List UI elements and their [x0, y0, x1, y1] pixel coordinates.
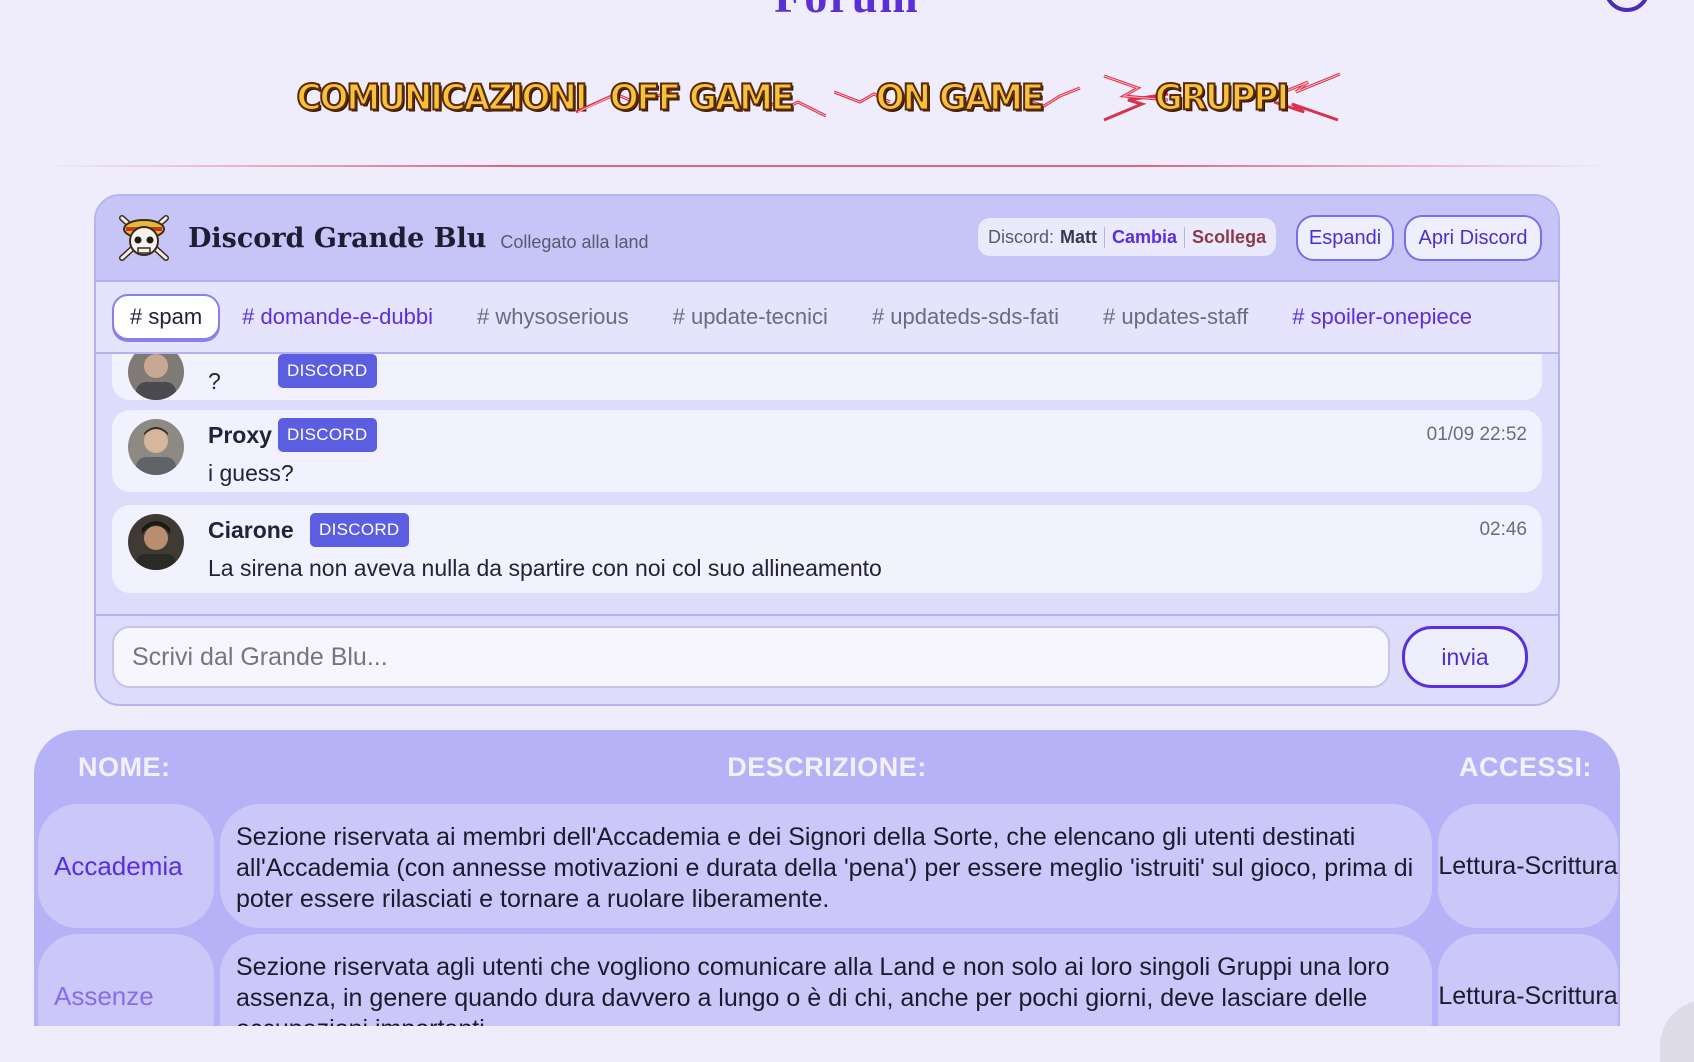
nav-on-game-label: ON GAME [875, 76, 1045, 120]
nav-gruppi[interactable]: GRUPPI [1098, 72, 1344, 124]
forum-description: Sezione riservata ai membri dell'Accadem… [220, 804, 1432, 928]
column-header-description: DESCRIZIONE: [727, 752, 927, 782]
nav-on-game[interactable]: ON GAME [834, 72, 1084, 124]
forum-link-accademia[interactable]: Accademia [38, 804, 214, 928]
tab-whysoserious[interactable]: # whysoserious [455, 294, 651, 340]
discord-widget: Discord Grande Blu Collegato alla land D… [94, 194, 1560, 706]
tab-spoiler-onepiece[interactable]: # spoiler-onepiece [1270, 294, 1494, 340]
forum-access: Lettura-Scrittura [1438, 804, 1618, 928]
expand-button[interactable]: Espandi [1296, 215, 1394, 261]
nav-off-game[interactable]: OFF GAME [576, 72, 826, 124]
tab-spam[interactable]: # spam [112, 294, 221, 340]
change-account-link[interactable]: Cambia [1105, 226, 1186, 248]
message-author[interactable]: Proxy [208, 422, 272, 449]
message-list[interactable]: DISCORD ? Proxy DISCORD 01/09 22:52 i gu… [96, 354, 1558, 616]
avatar [128, 419, 184, 475]
channel-tabs: # spam # domande-e-dubbi # whysoserious … [96, 282, 1558, 354]
account-label: Discord: [988, 226, 1055, 247]
message-text: ? [208, 368, 221, 394]
discord-account-pill: Discord: Matt Cambia Scollega [978, 218, 1277, 256]
nav-comunicazioni-label: COMUNICAZIONI [296, 76, 589, 120]
message-text: i guess? [208, 460, 294, 486]
discord-badge: DISCORD [278, 354, 377, 388]
message-timestamp: 02:46 [1479, 519, 1527, 540]
message-item: Ciarone DISCORD 02:46 La sirena non avev… [112, 505, 1542, 593]
message-text: La sirena non aveva nulla da spartire co… [208, 555, 882, 581]
message-timestamp: 01/09 22:52 [1426, 424, 1527, 445]
tab-updateds-sds-fati[interactable]: # updateds-sds-fati [850, 294, 1081, 340]
tab-updates-staff[interactable]: # updates-staff [1081, 294, 1270, 340]
unlink-account-link[interactable]: Scollega [1185, 227, 1266, 248]
section-divider [40, 165, 1612, 167]
message-item: Proxy DISCORD 01/09 22:52 i guess? [112, 410, 1542, 492]
tab-domande-e-dubbi[interactable]: # domande-e-dubbi [220, 294, 455, 340]
discord-header: Discord Grande Blu Collegato alla land D… [96, 196, 1558, 282]
nav-comunicazioni[interactable]: COMUNICAZIONI [296, 72, 589, 124]
connection-status: Collegato alla land [500, 231, 649, 252]
page-title: Forum [0, 0, 1694, 23]
compose-bar: invia [96, 616, 1558, 704]
forum-access: Lettura-Scrittura [1438, 934, 1618, 1026]
column-header-access: ACCESSI: [1458, 752, 1592, 782]
discord-badge: DISCORD [278, 418, 377, 452]
avatar [128, 514, 184, 570]
discord-title: Discord Grande Blu [188, 222, 487, 254]
tab-update-tecnici[interactable]: # update-tecnici [651, 294, 850, 340]
forum-description: Sezione riservata agli utenti che voglio… [220, 934, 1432, 1026]
account-username: Matt [1060, 226, 1106, 248]
open-discord-button[interactable]: Apri Discord [1404, 215, 1542, 261]
window-corner [1660, 1000, 1694, 1062]
column-header-name: NOME: [78, 752, 171, 782]
jolly-roger-icon [119, 215, 169, 261]
message-input[interactable] [112, 626, 1390, 688]
forum-link-assenze[interactable]: Assenze [38, 934, 214, 1026]
discord-badge: DISCORD [310, 513, 409, 547]
message-item: DISCORD ? [112, 354, 1542, 400]
nav-gruppi-label: GRUPPI [1154, 76, 1290, 120]
forum-nav: COMUNICAZIONI OFF GAME ON GAME GRUPPI [296, 72, 1344, 124]
message-author[interactable]: Ciarone [208, 517, 294, 544]
nav-off-game-label: OFF GAME [609, 76, 795, 120]
forum-table: DESCRIZIONE: NOME: ACCESSI: Accademia Se… [34, 730, 1620, 1026]
avatar [128, 354, 184, 400]
send-button[interactable]: invia [1402, 626, 1528, 688]
